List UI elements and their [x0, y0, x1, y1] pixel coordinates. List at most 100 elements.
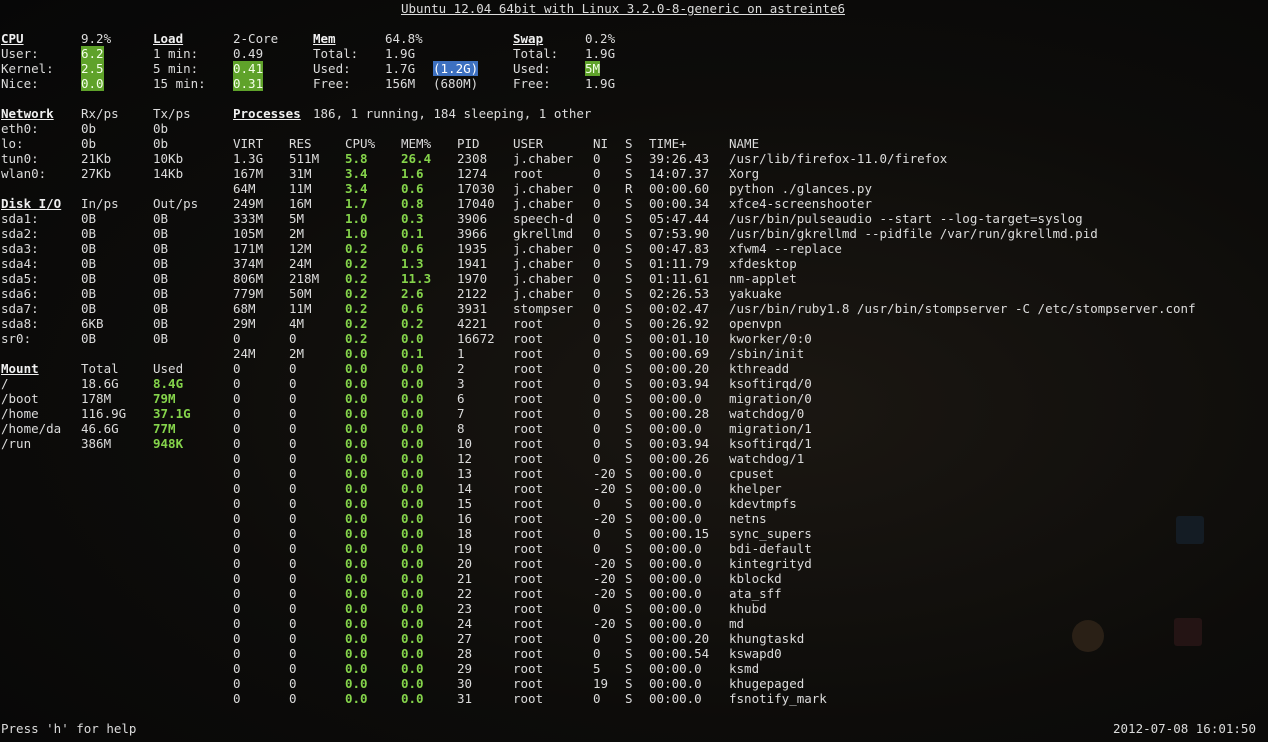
col-user: j.chaber — [513, 151, 574, 166]
col-pid: 3906 — [457, 211, 488, 226]
network-tx-value: 0b — [153, 121, 169, 136]
col-time: 00:00.0 — [649, 691, 702, 706]
col-ni: -20 — [593, 481, 616, 496]
col-virt: 0 — [233, 376, 241, 391]
process-column-header[interactable]: VIRT — [233, 136, 263, 151]
col-virt: 0 — [233, 616, 241, 631]
col-res: 0 — [289, 631, 297, 646]
col-ni: 0 — [593, 301, 601, 316]
load-1min-value: 0.49 — [233, 46, 264, 61]
col-res: 0 — [289, 481, 297, 496]
col-virt: 64M — [233, 181, 256, 196]
col-pid: 1274 — [457, 166, 488, 181]
process-row: 0 0 0.0 0.0 14 root -20 S 00:00.0 khelper — [0, 481, 1268, 496]
col-ni: 0 — [593, 271, 601, 286]
col-mem: 26.4 — [401, 151, 432, 166]
col-res: 0 — [289, 616, 297, 631]
col-ni: 0 — [593, 421, 601, 436]
col-user: root — [513, 166, 544, 181]
col-cpu: 1.7 — [345, 196, 368, 211]
col-ni: 0 — [593, 526, 601, 541]
col-user: root — [513, 556, 544, 571]
col-mem: 0.0 — [401, 616, 424, 631]
swap-free-value: 1.9G — [585, 76, 616, 91]
process-column-header[interactable]: USER — [513, 136, 543, 151]
col-cpu: 0.0 — [345, 586, 368, 601]
col-time: 00:02.47 — [649, 301, 710, 316]
network-header: Network — [1, 106, 54, 121]
col-pid: 8 — [457, 421, 465, 436]
col-s: S — [625, 631, 633, 646]
col-mem: 0.6 — [401, 301, 424, 316]
col-mem: 0.3 — [401, 211, 424, 226]
process-row: 0 0 0.0 0.0 8 root 0 S 00:00.0 migration/1 — [0, 421, 1268, 436]
swap-header: Swap — [513, 31, 544, 46]
swap-used-value: 5M — [585, 61, 601, 76]
col-pid: 4221 — [457, 316, 488, 331]
col-mem: 0.0 — [401, 331, 424, 346]
col-user: root — [513, 526, 544, 541]
col-time: 00:00.0 — [649, 466, 702, 481]
col-ni: -20 — [593, 571, 616, 586]
col-virt: 0 — [233, 466, 241, 481]
col-name: xfwm4 --replace — [729, 241, 842, 256]
col-time: 00:00.0 — [649, 511, 702, 526]
col-virt: 0 — [233, 391, 241, 406]
col-name: /usr/lib/firefox-11.0/firefox — [729, 151, 948, 166]
col-mem: 0.0 — [401, 451, 424, 466]
col-s: S — [625, 376, 633, 391]
col-time: 00:00.0 — [649, 676, 702, 691]
col-mem: 0.0 — [401, 661, 424, 676]
col-virt: 333M — [233, 211, 264, 226]
col-user: j.chaber — [513, 196, 574, 211]
col-ni: 0 — [593, 226, 601, 241]
col-s: S — [625, 586, 633, 601]
col-time: 00:00.28 — [649, 406, 710, 421]
col-name: kthreadd — [729, 361, 790, 376]
col-pid: 28 — [457, 646, 473, 661]
col-res: 0 — [289, 406, 297, 421]
col-user: root — [513, 586, 544, 601]
process-row: 0 0 0.0 0.0 21 root -20 S 00:00.0 kblockd — [0, 571, 1268, 586]
col-mem: 1.6 — [401, 166, 424, 181]
process-column-header[interactable]: TIME+ — [649, 136, 687, 151]
swap-percent: 0.2% — [585, 31, 616, 46]
col-name: migration/1 — [729, 421, 812, 436]
mem-label: Total: — [313, 46, 359, 61]
process-row: 806M 218M 0.2 11.3 1970 j.chaber 0 S 01:11.61 nm-… — [0, 271, 1268, 286]
process-column-header[interactable]: NAME — [729, 136, 759, 151]
col-pid: 14 — [457, 481, 473, 496]
col-time: 00:03.94 — [649, 376, 710, 391]
col-cpu: 0.0 — [345, 391, 368, 406]
process-column-header[interactable]: S — [625, 136, 633, 151]
col-res: 5M — [289, 211, 305, 226]
col-name: yakuake — [729, 286, 782, 301]
col-pid: 15 — [457, 496, 473, 511]
process-row: 0 0 0.0 0.0 18 root 0 S 00:00.15 sync_supers — [0, 526, 1268, 541]
col-s: S — [625, 451, 633, 466]
col-name: md — [729, 616, 745, 631]
col-name: xfdesktop — [729, 256, 797, 271]
col-res: 0 — [289, 601, 297, 616]
process-row: 0 0 0.0 0.0 2 root 0 S 00:00.20 kthreadd — [0, 361, 1268, 376]
col-s: S — [625, 256, 633, 271]
col-ni: 0 — [593, 436, 601, 451]
process-column-header[interactable]: MEM% — [401, 136, 431, 151]
col-name: sync_supers — [729, 526, 812, 541]
col-ni: 0 — [593, 286, 601, 301]
load-label: 1 min: — [153, 46, 199, 61]
col-ni: 0 — [593, 241, 601, 256]
process-column-header[interactable]: PID — [457, 136, 480, 151]
process-row: 0 0 0.0 0.0 12 root 0 S 00:00.26 watchdog/1 — [0, 451, 1268, 466]
col-virt: 249M — [233, 196, 264, 211]
process-column-header[interactable]: NI — [593, 136, 608, 151]
col-pid: 27 — [457, 631, 473, 646]
process-column-header[interactable]: RES — [289, 136, 312, 151]
col-time: 00:00.20 — [649, 361, 710, 376]
col-s: S — [625, 346, 633, 361]
col-res: 24M — [289, 256, 312, 271]
col-virt: 105M — [233, 226, 264, 241]
process-row: 0 0 0.0 0.0 28 root 0 S 00:00.54 kswapd0 — [0, 646, 1268, 661]
process-column-header[interactable]: CPU% — [345, 136, 375, 151]
col-user: root — [513, 601, 544, 616]
